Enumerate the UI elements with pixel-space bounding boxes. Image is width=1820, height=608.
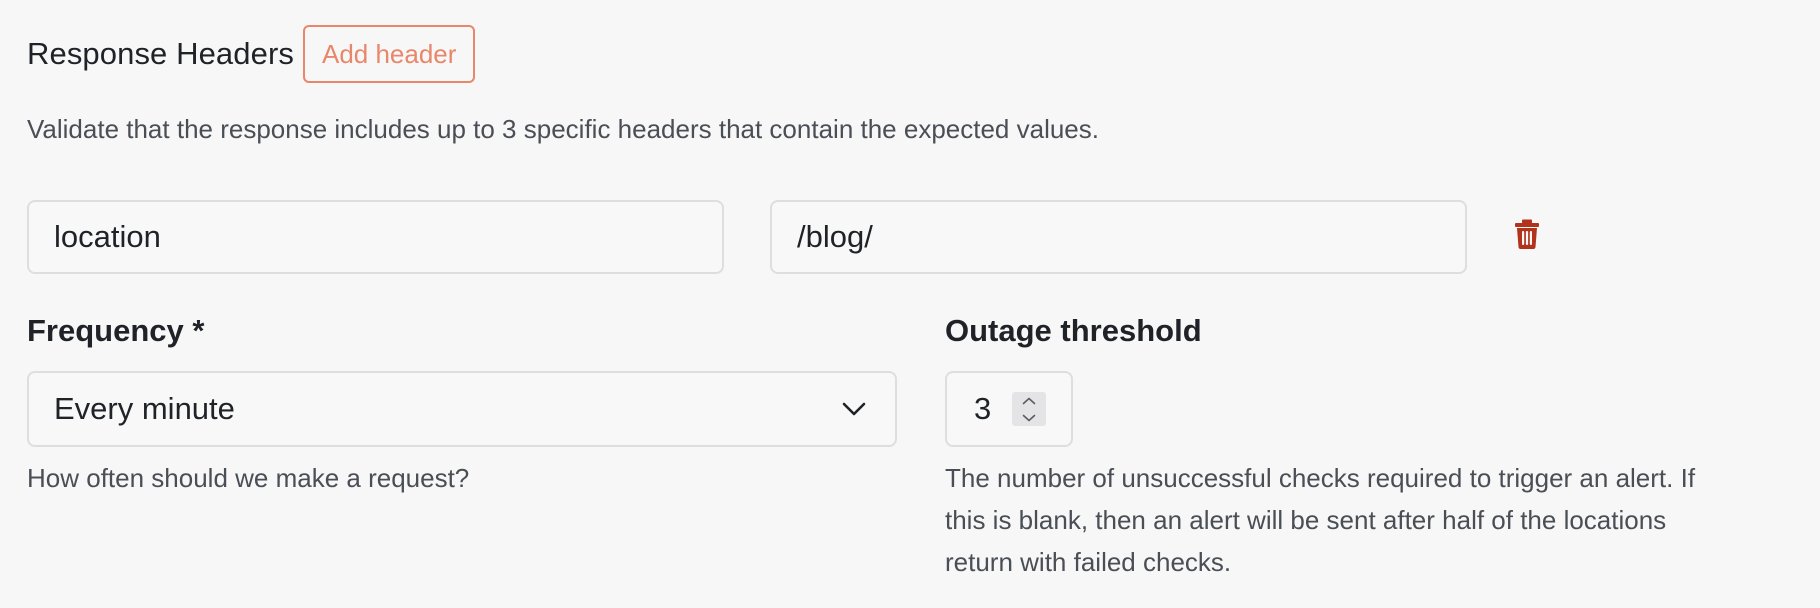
help-line: return with failed checks. xyxy=(945,547,1232,577)
frequency-help-text: How often should we make a request? xyxy=(27,463,470,493)
add-header-button[interactable]: Add header xyxy=(302,25,476,83)
outage-threshold-value: 3 xyxy=(974,391,992,426)
help-line: this is blank, then an alert will be sen… xyxy=(945,505,1667,535)
number-spinner[interactable] xyxy=(1012,392,1046,426)
outage-threshold-input[interactable]: 3 xyxy=(945,371,1073,447)
frequency-label: Frequency * xyxy=(27,313,205,348)
delete-header-button[interactable] xyxy=(1508,215,1546,253)
spinner-down-icon[interactable] xyxy=(1012,409,1046,426)
header-value-input[interactable]: /blog/ xyxy=(770,200,1467,274)
outage-threshold-help-text: The number of unsuccessful checks requir… xyxy=(945,457,1805,583)
header-name-input[interactable]: location xyxy=(27,200,724,274)
spinner-up-icon[interactable] xyxy=(1012,392,1046,409)
response-headers-header: Response Headers Add header xyxy=(27,23,476,85)
response-headers-description: Validate that the response includes up t… xyxy=(27,114,1099,144)
monitor-settings-form: Response Headers Add header Validate tha… xyxy=(0,0,1820,608)
trash-icon xyxy=(1515,219,1539,249)
frequency-selected-value: Every minute xyxy=(54,391,235,426)
frequency-select[interactable]: Every minute xyxy=(27,371,897,447)
outage-threshold-label: Outage threshold xyxy=(945,313,1202,348)
chevron-down-icon xyxy=(841,396,867,422)
response-headers-title: Response Headers xyxy=(27,36,294,71)
help-line: The number of unsuccessful checks requir… xyxy=(945,463,1696,493)
